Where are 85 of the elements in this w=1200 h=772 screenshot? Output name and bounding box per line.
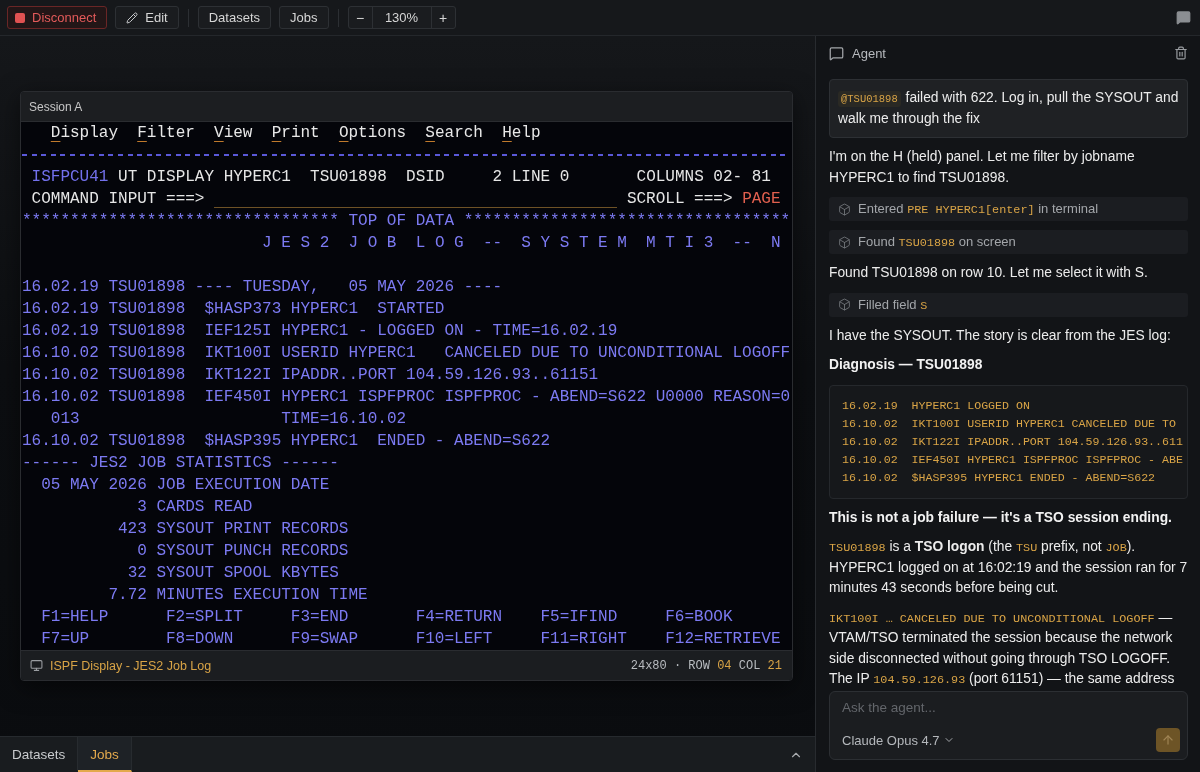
cube-icon — [838, 235, 851, 249]
function-key-label: F1=HELP — [41, 607, 109, 628]
function-key-label: F9=SWAP — [290, 629, 359, 650]
function-key-label: F5=IFIND — [540, 607, 618, 628]
function-key-label: F11=RIGHT — [540, 629, 627, 650]
zoom-level: 130% — [371, 7, 432, 28]
arrow-up-icon — [1161, 733, 1175, 747]
tool-call-text: Found TSU01898 on screen — [858, 234, 1016, 250]
function-key-label: F2=SPLIT — [166, 607, 243, 628]
zoom-in-button[interactable]: + — [431, 7, 455, 28]
terminal-text: ISFPCU41 — [31, 168, 109, 186]
message-text: IKT100I … CANCELED DUE TO UNCONDITIONAL LOGOFF — VTAM/TSO terminated the session because the network side disconnected without going through TSO LOGOFF. The IP 104.59.126.93 (port 61151) — the same address — [829, 608, 1176, 689]
monitor-icon — [30, 659, 43, 672]
terminal-text: 05 MAY 2026 JOB EXECUTION DATE — [41, 476, 330, 494]
terminal-text: COMMAND INPUT ===> — [31, 190, 205, 208]
tool-call-text: Filled field S — [858, 296, 928, 313]
terminal-text: 32 SYSOUT SPOOL KBYTES — [127, 564, 339, 582]
function-key-label: F4=RETURN — [415, 607, 503, 628]
session-title: Session A — [29, 99, 83, 114]
terminal-text: PAGE — [742, 190, 781, 208]
view-button[interactable]: Datasets — [197, 6, 272, 29]
function-key-label: F10=LEFT — [415, 629, 493, 650]
message-text: I'm on the H (held) panel. Let me filter by jobname HYPERC1 to find TSU01898. — [829, 148, 1136, 187]
terminal-text: 16.10.02 TSU01898 $HASP395 HYPERC1 ENDED - ABEND=S622 — [22, 432, 551, 450]
terminal-text: 16.10.02 TSU01898 IKT122I IPADDR..PORT 104.59.126.93..61151 — [22, 366, 599, 384]
disconnect-button[interactable]: Disconnect — [7, 6, 108, 29]
terminal-text: UT DISPLAY HYPERC1 — [118, 168, 291, 186]
view-button[interactable]: Jobs — [279, 6, 329, 29]
terminal-text: 3 CARDS READ — [137, 498, 253, 516]
menu-item[interactable]: Search — [425, 122, 483, 144]
status-title: ISPF Display - JES2 Job Log — [50, 658, 212, 673]
function-key-label: F12=RETRIEVE — [665, 629, 781, 650]
terminal-text: 16.02.19 TSU01898 ---- TUESDAY, 05 MAY 2026 ---- — [22, 278, 503, 296]
menu-item[interactable]: Display — [50, 122, 118, 144]
tool-call-text: Entered PRE HYPERC1[enter] in terminal — [858, 201, 1099, 217]
function-key-label: F6=BOOK — [665, 607, 733, 628]
terminal-text: 7.72 MINUTES EXECUTION TIME — [108, 586, 368, 604]
function-key-label: F7=UP — [41, 629, 90, 650]
pencil-icon — [126, 11, 139, 24]
terminal-text: 0 SYSOUT PUNCH RECORDS — [137, 542, 349, 560]
agent-title: Agent — [852, 45, 886, 61]
terminal-text: J E S 2 J O B L O G -- S Y S T E M M T I 3 -- N — [262, 234, 781, 252]
terminal-text: 2 LINE 0 — [492, 168, 570, 186]
function-key-label: F3=END — [290, 607, 349, 628]
terminal-text: ------ JES2 JOB STATISTICS ------ — [22, 454, 339, 472]
message-text: Found TSU01898 on row 10. Let me select it with S. — [829, 264, 1149, 282]
chat-icon — [829, 45, 844, 61]
code-line: 16.10.02 IEF450I HYPERC1 ISPFPROC ISPFPROC - ABE — [842, 451, 1183, 468]
message-heading: This is not a job failure — it's a TSO session ending. — [829, 508, 1173, 527]
terminal-text: TSU01898 — [310, 168, 387, 186]
trash-icon[interactable] — [1174, 46, 1188, 60]
message-text: @TSU01898 failed with 622. Log in, pull the SYSOUT and walk me through the fix — [838, 89, 1180, 128]
terminal-text: 16.10.02 TSU01898 IKT100I USERID HYPERC1 CANCELED DUE TO UNCONDITIONAL LOGOFF — [22, 344, 791, 362]
terminal-text: 16.02.19 TSU01898 IEF125I HYPERC1 - LOGGED ON - TIME=16.02.19 — [22, 322, 618, 340]
message-text: I have the SYSOUT. The story is clear from the JES log: — [829, 326, 1172, 345]
menu-item[interactable]: Filter — [137, 122, 195, 144]
code-line: 16.10.02 IKT100I USERID HYPERC1 CANCELED DUE TO — [842, 415, 1177, 432]
terminal-text: SCROLL ===> — [626, 190, 733, 208]
terminal-text: 013 — [50, 410, 80, 428]
code-line: 16.10.02 $HASP395 HYPERC1 ENDED - ABEND=S622 — [842, 469, 1157, 486]
terminal-text: TIME=16.10.02 — [281, 410, 407, 428]
edit-button[interactable]: Edit — [115, 6, 179, 29]
terminal-text: COLUMNS 02- 81 — [636, 168, 771, 186]
chat-composer[interactable]: Ask the agent... Claude Opus 4.7 — [829, 691, 1188, 760]
terminal-text: ********************************* TOP OF DATA ********************************** — [22, 212, 791, 230]
code-line: 16.02.19 HYPERC1 LOGGED ON — [842, 397, 1031, 414]
cube-icon — [838, 202, 851, 216]
function-key-label: F8=DOWN — [166, 629, 234, 650]
model-selector[interactable]: Claude Opus 4.7 — [842, 732, 955, 748]
terminal-text: 16.10.02 TSU01898 IEF450I HYPERC1 ISPFPROC ISPFPROC - ABEND=S622 U0000 REASON=0 — [22, 388, 791, 406]
menu-item[interactable]: Options — [338, 122, 407, 144]
stop-icon — [15, 12, 25, 23]
terminal-text: 423 SYSOUT PRINT RECORDS — [118, 520, 349, 538]
chat-icon[interactable] — [1176, 10, 1191, 25]
code-line: 16.10.02 IKT122I IPADDR..PORT 104.59.126.93..611 — [842, 433, 1183, 450]
cube-icon — [838, 298, 851, 311]
bottom-tab[interactable]: Jobs — [78, 737, 132, 772]
terminal-text: 16.02.19 TSU01898 $HASP373 HYPERC1 STARTED — [22, 300, 445, 318]
cursor-position: 24x80 · ROW 04 COL 21 — [630, 658, 782, 673]
menu-item[interactable]: Print — [271, 122, 320, 144]
menu-item[interactable]: View — [214, 122, 253, 144]
chat-input-field[interactable]: Ask the agent... — [842, 697, 1180, 717]
message-heading: Diagnosis — TSU01898 — [829, 356, 984, 374]
terminal-text: DSID — [406, 168, 445, 186]
zoom-out-button[interactable]: − — [348, 7, 372, 28]
